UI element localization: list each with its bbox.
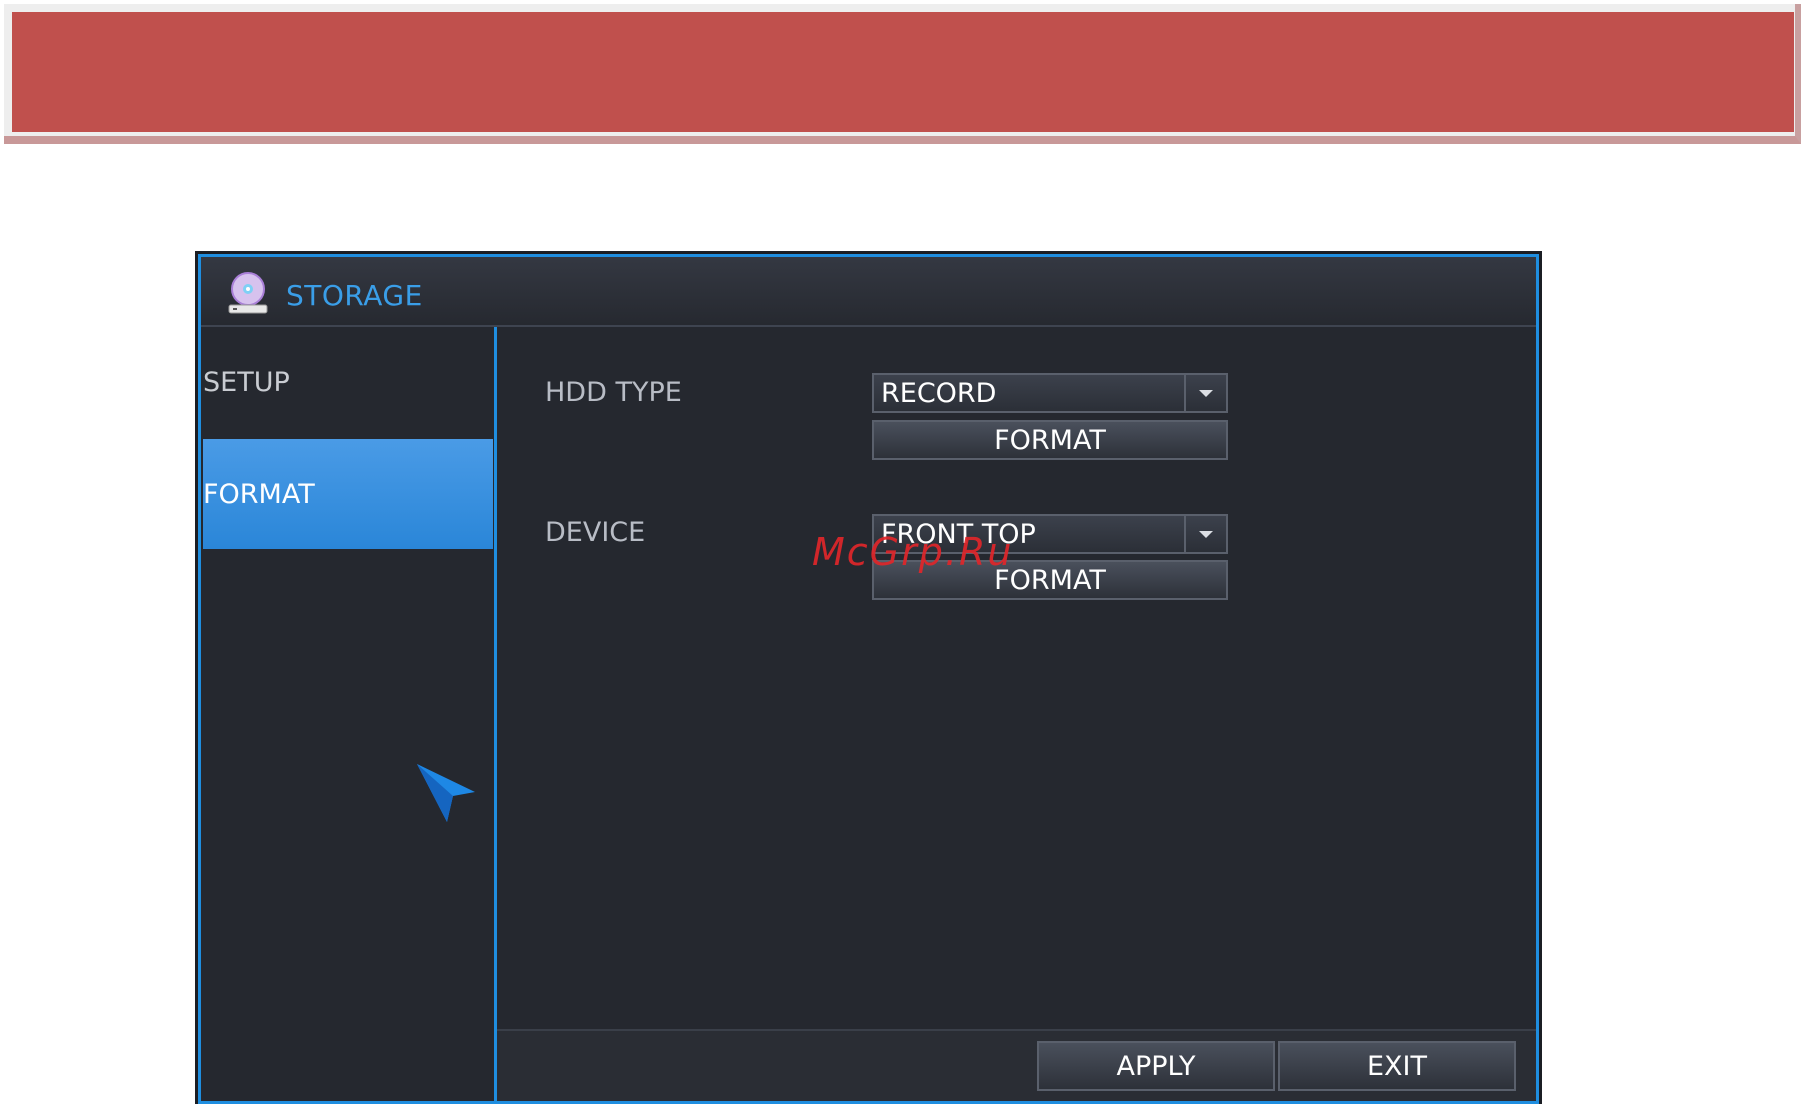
button-bar: APPLY EXIT bbox=[497, 1029, 1536, 1101]
chevron-down-icon[interactable] bbox=[1184, 375, 1226, 411]
sidebar-item-setup[interactable]: SETUP bbox=[203, 327, 493, 437]
exit-button[interactable]: EXIT bbox=[1278, 1041, 1516, 1091]
chevron-down-icon[interactable] bbox=[1184, 516, 1226, 552]
hdd-type-value: RECORD bbox=[881, 378, 997, 409]
apply-button-label: APPLY bbox=[1116, 1050, 1196, 1082]
sidebar: SETUP FORMAT bbox=[201, 327, 497, 1101]
device-label: DEVICE bbox=[545, 517, 646, 548]
format-panel: HDD TYPE RECORD FORMAT DEVICE FRONT TOP … bbox=[497, 327, 1536, 1031]
window-title: STORAGE bbox=[286, 279, 423, 312]
sidebar-item-label: SETUP bbox=[203, 366, 290, 398]
watermark: McGrp.Ru bbox=[812, 530, 1014, 574]
header-banner bbox=[12, 12, 1794, 132]
hdd-type-label: HDD TYPE bbox=[545, 377, 682, 408]
title-bar: STORAGE bbox=[201, 257, 1536, 327]
storage-window: STORAGE SETUP FORMAT HDD TYPE RECORD FOR… bbox=[195, 251, 1542, 1104]
apply-button[interactable]: APPLY bbox=[1037, 1041, 1275, 1091]
mouse-pointer-icon bbox=[417, 764, 475, 822]
storage-disc-icon bbox=[228, 272, 268, 314]
hdd-format-button-label: FORMAT bbox=[994, 424, 1106, 456]
hdd-format-button[interactable]: FORMAT bbox=[872, 420, 1228, 460]
sidebar-item-format[interactable]: FORMAT bbox=[203, 439, 493, 549]
hdd-type-select[interactable]: RECORD bbox=[872, 373, 1228, 413]
exit-button-label: EXIT bbox=[1366, 1050, 1427, 1082]
sidebar-item-label: FORMAT bbox=[203, 478, 315, 510]
